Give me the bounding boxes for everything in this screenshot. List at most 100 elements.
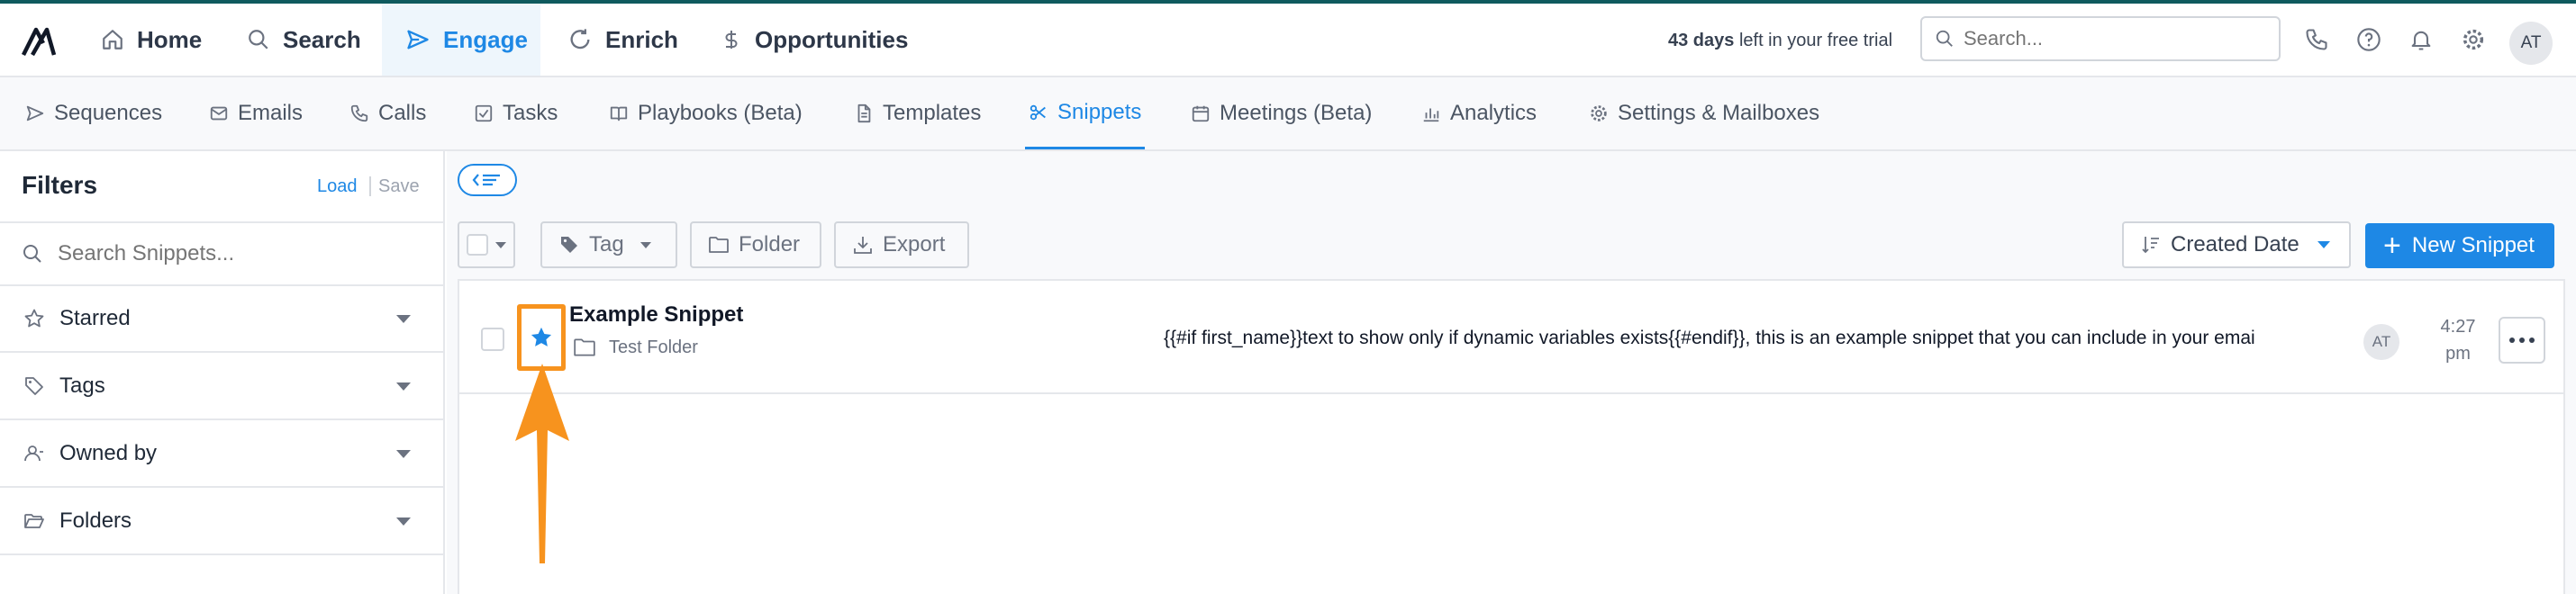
dollar-icon xyxy=(725,31,738,49)
trial-text: left in your free trial xyxy=(1734,31,1893,50)
tab-sequences[interactable]: Sequences xyxy=(25,77,162,149)
user-icon xyxy=(24,446,43,462)
mail-icon xyxy=(210,106,228,121)
filter-owned-by[interactable]: Owned by xyxy=(0,421,443,488)
snippet-folder-label: Test Folder xyxy=(609,337,698,357)
snippet-body-preview: {{#if first_name}}text to show only if d… xyxy=(1164,328,2255,348)
export-button-label: Export xyxy=(883,232,946,256)
row-checkbox[interactable] xyxy=(481,328,504,351)
more-dot xyxy=(2519,338,2525,343)
nav-search[interactable]: Search xyxy=(247,4,382,76)
chevron-down-icon xyxy=(396,382,411,391)
gear-icon[interactable] xyxy=(2461,27,2486,52)
tab-snippets[interactable]: Snippets xyxy=(1025,77,1146,149)
tag-icon xyxy=(561,237,577,253)
filter-tags-label: Tags xyxy=(59,374,105,398)
nav-opportunities[interactable]: Opportunities xyxy=(721,4,910,76)
snippet-list: Example Snippet Test Folder {{#if first_… xyxy=(458,279,2565,594)
snippets-main: Tag Folder Export Created Date + New Sni… xyxy=(447,151,2576,594)
tag-button-label: Tag xyxy=(589,232,624,256)
gear-icon xyxy=(1591,105,1607,122)
trial-days: 43 days xyxy=(1668,31,1735,50)
snippet-row[interactable]: Example Snippet Test Folder {{#if first_… xyxy=(459,281,2563,394)
help-icon[interactable] xyxy=(2356,27,2381,52)
filter-starred-label: Starred xyxy=(59,306,131,330)
sort-dropdown[interactable]: Created Date xyxy=(2122,221,2351,268)
save-filters-link[interactable]: Save xyxy=(378,176,420,197)
star-outline-icon xyxy=(24,309,44,328)
snippet-time: 4:27 pm xyxy=(2440,317,2476,364)
sort-icon xyxy=(2142,237,2159,254)
snippet-search-input[interactable] xyxy=(58,241,418,266)
document-icon xyxy=(857,104,871,123)
nav-engage[interactable]: Engage xyxy=(382,4,540,76)
more-options-button[interactable] xyxy=(2499,317,2545,364)
checkbox-icon xyxy=(475,104,493,122)
tab-playbooks[interactable]: Playbooks (Beta) xyxy=(609,77,803,149)
apollo-logo-icon[interactable] xyxy=(20,25,58,58)
download-icon xyxy=(854,237,872,254)
filter-owned-by-label: Owned by xyxy=(59,441,158,465)
search-icon xyxy=(23,245,41,263)
top-navigation: Home Search Engage Enrich Opportunities … xyxy=(0,4,2576,77)
bar-chart-icon xyxy=(1423,108,1439,122)
scissors-icon xyxy=(1029,104,1046,120)
filter-folders[interactable]: Folders xyxy=(0,489,443,555)
collapse-filters-button[interactable] xyxy=(458,164,517,196)
snippet-search[interactable] xyxy=(0,221,443,286)
more-dot xyxy=(2529,338,2535,343)
phone-icon[interactable] xyxy=(2304,27,2329,52)
snippet-folder[interactable]: Test Folder xyxy=(573,337,698,358)
tab-settings-label: Settings & Mailboxes xyxy=(1618,101,1820,125)
engage-subnav: Sequences Emails Calls Tasks Playbooks (… xyxy=(0,77,2576,151)
load-filters-link[interactable]: Load xyxy=(317,176,358,197)
tab-templates-label: Templates xyxy=(883,101,982,125)
nav-enrich[interactable]: Enrich xyxy=(567,4,703,76)
folder-button[interactable]: Folder xyxy=(690,221,821,268)
global-search[interactable] xyxy=(1920,16,2281,61)
owner-avatar: AT xyxy=(2363,324,2399,360)
tag-button[interactable]: Tag xyxy=(540,221,677,268)
nav-home[interactable]: Home xyxy=(101,4,214,76)
global-search-input[interactable] xyxy=(1964,27,2261,50)
tab-calls[interactable]: Calls xyxy=(349,77,426,149)
tab-emails-label: Emails xyxy=(238,101,304,125)
tag-icon xyxy=(25,377,43,395)
tab-emails[interactable]: Emails xyxy=(209,77,303,149)
chevron-down-icon xyxy=(396,518,411,526)
tab-analytics[interactable]: Analytics xyxy=(1421,77,1537,149)
search-icon xyxy=(249,30,268,50)
tab-templates[interactable]: Templates xyxy=(854,77,981,149)
refresh-icon xyxy=(570,29,590,50)
nav-engage-label: Engage xyxy=(443,25,528,53)
send-icon xyxy=(407,30,429,50)
folder-open-icon xyxy=(24,514,44,528)
bell-icon[interactable] xyxy=(2408,27,2434,52)
star-filled-icon[interactable] xyxy=(529,325,554,350)
snippet-name[interactable]: Example Snippet xyxy=(569,302,743,328)
chevron-down-icon xyxy=(2317,241,2330,248)
user-avatar[interactable]: AT xyxy=(2509,22,2553,65)
folder-button-label: Folder xyxy=(739,232,801,256)
tab-tasks[interactable]: Tasks xyxy=(474,77,558,149)
new-snippet-button[interactable]: + New Snippet xyxy=(2365,223,2554,268)
chevron-down-icon xyxy=(495,241,506,248)
more-dot xyxy=(2509,338,2515,343)
filters-title: Filters xyxy=(22,171,98,199)
tab-playbooks-label: Playbooks (Beta) xyxy=(638,101,803,125)
phone-icon xyxy=(350,104,368,122)
book-icon xyxy=(610,106,628,122)
folder-icon xyxy=(709,237,729,253)
export-button[interactable]: Export xyxy=(834,221,969,268)
calendar-icon xyxy=(1192,105,1210,122)
filter-folders-label: Folders xyxy=(59,508,132,533)
sort-label: Created Date xyxy=(2171,232,2299,256)
nav-opportunities-label: Opportunities xyxy=(755,25,909,53)
collapse-filters-icon xyxy=(472,174,500,186)
select-all-checkbox[interactable] xyxy=(467,234,488,256)
filter-starred[interactable]: Starred xyxy=(0,286,443,353)
tab-settings-mailboxes[interactable]: Settings & Mailboxes xyxy=(1589,77,1819,149)
tab-meetings[interactable]: Meetings (Beta) xyxy=(1191,77,1372,149)
filter-tags[interactable]: Tags xyxy=(0,354,443,420)
bulk-select[interactable] xyxy=(458,221,515,268)
